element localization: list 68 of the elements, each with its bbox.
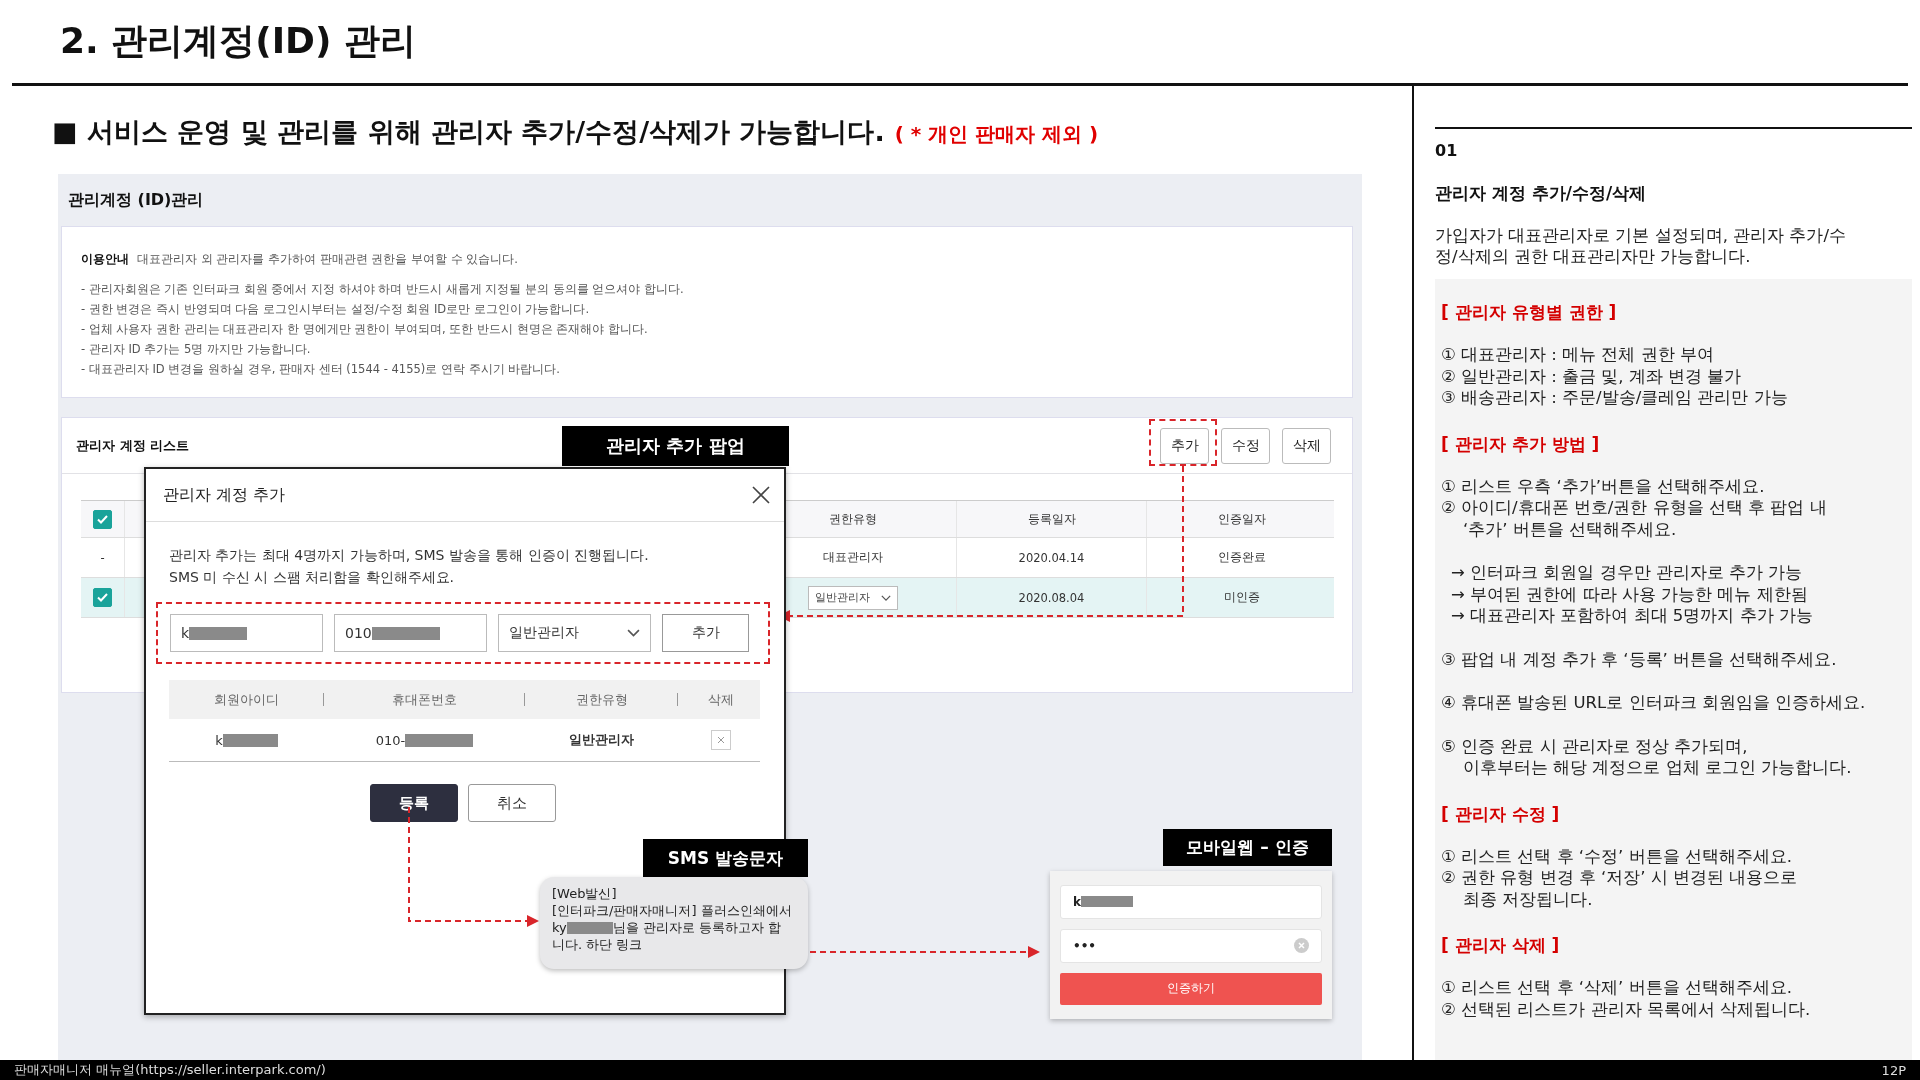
guide-section-heading: [ 관리자 유형별 권한 ] — [1441, 301, 1618, 324]
guide-item: ① 리스트 선택 후 ‘수정’ 버튼을 선택해주세요. — [1441, 845, 1793, 867]
table-cell: 미인증 — [1223, 590, 1260, 605]
message-line: [인터파크/판매자매니저] 플러스인쇄에서 — [552, 902, 792, 919]
column-header: 회원아이디 — [214, 690, 279, 709]
notice-line: - 권한 변경은 즉시 반영되며 다음 로그인시부터는 설정/수정 회원 ID로만 로그인이 가능합니다. — [81, 302, 591, 316]
guide-item: ③ 배송관리자 : 주문/발송/클레임 관리만 가능 — [1441, 387, 1789, 409]
guide-section-heading: [ 관리자 추가 방법 ] — [1441, 432, 1601, 456]
notice-label: 이용안내 — [81, 251, 129, 268]
guide-item: ① 리스트 선택 후 ‘삭제’ 버튼을 선택해주세요. — [1441, 977, 1793, 999]
column-header: 삭제 — [708, 690, 734, 709]
message-line: 니다. 하단 링크 — [552, 936, 643, 953]
column-header: 권한유형 — [828, 511, 877, 527]
table-cell: 010- — [375, 732, 406, 748]
guide-item: → 인터파크 회원일 경우만 관리자로 추가 가능 — [1450, 562, 1804, 584]
table-cell: k — [215, 732, 223, 748]
notice-line: - 관리자회원은 기존 인터파크 회원 중에서 지정 하셔야 하며 반드시 새롭게 지정될 분의 동의를 얻으셔야 합니다. — [81, 282, 685, 296]
table-cell: 2020.08.04 — [1018, 590, 1085, 605]
guide-item: ④ 휴대폰 발송된 URL로 인터파크 회원임을 인증하세요. — [1441, 692, 1867, 714]
callout-label: 관리자 추가 팝업 — [562, 426, 789, 466]
page-number: 12P — [1881, 1062, 1906, 1078]
table-cell: 대표관리자 — [822, 550, 883, 565]
table-cell: - — [100, 550, 105, 565]
notice-line: - 대표관리자 ID 변경을 원하실 경우, 판매자 센터 (1544 - 4155)로 연락 주시기 바랍니다. — [81, 362, 561, 376]
guide-section-heading: [ 관리자 삭제 ] — [1441, 934, 1561, 957]
dialog-title: 관리자 계정 추가 — [163, 484, 286, 506]
page-title: 2. 관리계정(ID) 관리 — [60, 19, 416, 63]
message-line: ky — [552, 919, 567, 936]
guide-item: ⑤ 인증 완료 시 관리자로 정상 추가되며, 이후부터는 해당 계정으로 업체 로그인 가능합니다. — [1441, 735, 1853, 779]
column-header: 휴대폰번호 — [392, 690, 457, 709]
column-header: 인증일자 — [1217, 511, 1266, 527]
list-title: 관리자 계정 리스트 — [76, 436, 190, 455]
guide-item: → 대표관리자 포함하여 최대 5명까지 추가 가능 — [1450, 605, 1814, 627]
field-value: 010 — [345, 625, 372, 641]
guide-item: ③ 팝업 내 계정 추가 후 ‘등록’ 버튼을 선택해주세요. — [1441, 648, 1838, 670]
table-cell: 일반관리자 — [569, 731, 634, 749]
message-line: [Web발신] — [552, 885, 617, 902]
guide-description: 가입자가 대표관리자로 기본 설정되며, 관리자 추가/수 정/삭제의 권한 대표관리자만 가능합니다. — [1435, 225, 1848, 267]
column-header: 권한유형 — [575, 690, 628, 709]
section-heading: ■ 서비스 운영 및 관리를 위해 관리자 추가/수정/삭제가 가능합니다. — [52, 115, 885, 149]
guide-item: → 부여된 권한에 따라 사용 가능한 메뉴 제한됨 — [1450, 583, 1809, 605]
guide-title: 관리자 계정 추가/수정/삭제 — [1435, 182, 1648, 205]
field-value: ••• — [1073, 938, 1096, 953]
notice-line: - 업체 사용자 권한 관리는 대표관리자 한 명에게만 권한이 부여되며, 또한 반드시 현명은 존재해야 합니다. — [81, 322, 649, 336]
guide-item: ① 리스트 우측 ‘추가’버튼을 선택해주세요. — [1441, 475, 1766, 497]
dialog-message: 관리자 추가는 최대 4명까지 가능하며, SMS 발송을 통해 인증이 진행됩니다. SMS 미 수신 시 스팸 처리함을 확인해주세요. — [168, 546, 650, 587]
select-value: 일반관리자 — [509, 624, 579, 642]
field-value: k — [1073, 894, 1081, 909]
screen-title: 관리계정 (ID)관리 — [68, 189, 204, 211]
field-value: k — [181, 625, 190, 641]
callout-label: 모바일웹 – 인증 — [1163, 829, 1332, 866]
guide-item: ② 일반관리자 : 출금 및, 계좌 변경 불가 — [1441, 365, 1743, 387]
select-value: 일반관리자 — [814, 590, 870, 605]
notice-intro: 대표관리자 외 관리자를 추가하여 판매관련 권한을 부여할 수 있습니다. — [137, 252, 518, 266]
column-header: 등록일자 — [1027, 511, 1076, 527]
notice-line: - 관리자 ID 추가는 5명 까지만 가능합니다. — [81, 342, 312, 356]
guide-item: ② 권한 유형 변경 후 ‘저장’ 시 변경된 내용으로 최종 저장됩니다. — [1441, 867, 1799, 910]
guide-item: ① 대표관리자 : 메뉴 전체 권한 부여 — [1441, 344, 1715, 366]
guide-section-heading: [ 관리자 수정 ] — [1441, 802, 1561, 826]
exception-note: ( * 개인 판매자 제외 ) — [894, 121, 1099, 148]
table-cell: 인증완료 — [1217, 550, 1266, 565]
manual-source: 판매자매니저 매뉴얼(https://seller.interpark.com/) — [14, 1061, 326, 1079]
message-line: 님을 관리자로 등록하고자 합 — [612, 919, 782, 936]
table-cell: 2020.04.14 — [1018, 550, 1085, 565]
callout-label: SMS 발송문자 — [643, 839, 808, 877]
guide-item: ② 아이디/휴대폰 번호/권한 유형을 선택 후 팝업 내 ‘추가’ 버튼을 선택해주세요. — [1441, 497, 1828, 540]
guide-item: ② 선택된 리스트가 관리자 목록에서 삭제됩니다. — [1441, 998, 1812, 1020]
step-number: 01 — [1435, 141, 1459, 160]
